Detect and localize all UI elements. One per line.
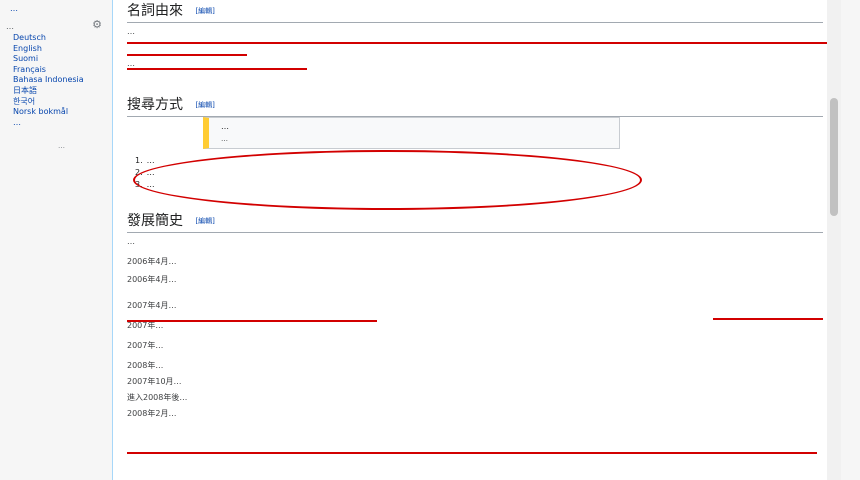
notice-title: … [221, 122, 229, 131]
section-title: 名詞由來 [127, 3, 183, 19]
history-paragraphs: … 2006年4月… 2006年4月… 2007年4月… 2007年… 2007… [127, 236, 823, 420]
notice-body: … [221, 135, 228, 143]
annotation-underline [127, 452, 817, 454]
edit-section-link[interactable]: [編輯] [195, 101, 214, 109]
sidebar: … … ⚙ Deutsch English Suomi Français Bah… [0, 0, 108, 480]
paragraph-text: 2007年4月… [127, 301, 177, 310]
language-link[interactable]: Norsk bokmål [13, 107, 84, 118]
paragraph-text: 2008年2月… [127, 409, 177, 418]
language-link[interactable]: 한국어 [13, 97, 84, 108]
paragraph-text: … [127, 237, 135, 246]
article-content: 名詞由來 [編輯] … … 搜尋方式 [編輯] … … 1.… 2.… 3.… … [112, 0, 841, 480]
section-heading-search: 搜尋方式 [編輯] [127, 96, 823, 117]
scrollbar[interactable] [827, 0, 841, 480]
section-heading-naming: 名詞由來 [編輯] [127, 2, 823, 23]
language-link[interactable]: Suomi [13, 54, 84, 65]
section-heading-history: 發展簡史 [編輯] [127, 212, 823, 233]
languages-heading-label: … [6, 22, 14, 31]
scrollbar-thumb[interactable] [830, 98, 838, 216]
language-link[interactable]: … [13, 118, 84, 129]
edit-section-link[interactable]: [編輯] [195, 7, 214, 15]
sidebar-top-link[interactable]: … [10, 3, 18, 15]
annotation-circle [133, 150, 642, 210]
paragraph-text: 2007年10月… [127, 377, 182, 386]
language-link[interactable]: Français [13, 65, 84, 76]
notice-box: … … [203, 117, 620, 149]
section-title: 搜尋方式 [127, 97, 183, 113]
languages-heading: … ⚙ [6, 19, 102, 33]
annotation-underline [713, 318, 823, 320]
paragraph-text: … [127, 27, 135, 36]
paragraph-text: 2006年4月… [127, 275, 177, 284]
language-link[interactable]: Deutsch [13, 33, 84, 44]
paragraph-text: 進入2008年後… [127, 393, 188, 402]
section-title: 發展簡史 [127, 213, 183, 229]
paragraph-text: 2008年… [127, 361, 164, 370]
language-link[interactable]: Bahasa Indonesia [13, 75, 84, 86]
edit-links-link[interactable]: … [58, 140, 65, 152]
naming-paragraph-1: … [127, 26, 823, 38]
language-link[interactable]: 日本語 [13, 86, 84, 97]
gear-icon[interactable]: ⚙ [92, 19, 102, 31]
paragraph-text: 2006年4月… [127, 257, 177, 266]
edit-section-link[interactable]: [編輯] [195, 217, 214, 225]
annotation-underline [127, 54, 247, 56]
annotation-underline [127, 68, 307, 70]
language-link[interactable]: English [13, 44, 84, 55]
annotation-underline [127, 320, 377, 322]
language-list: Deutsch English Suomi Français Bahasa In… [13, 33, 84, 128]
annotation-underline [127, 42, 827, 44]
list-item: 1.… [135, 156, 155, 165]
paragraph-text: 2007年… [127, 341, 164, 350]
